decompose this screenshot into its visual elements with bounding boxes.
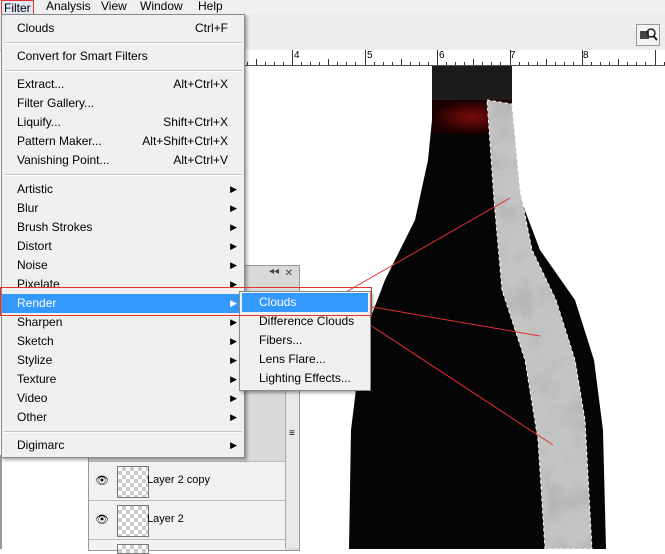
scroll-grip-icon: ≡ xyxy=(289,428,295,439)
layer-thumbnail xyxy=(117,466,149,498)
arrow-right-icon: ▶ xyxy=(230,336,237,346)
arrow-right-icon: ▶ xyxy=(230,203,237,213)
menu-item-noise[interactable]: Noise ▶ xyxy=(2,256,244,275)
arrow-right-icon: ▶ xyxy=(230,241,237,251)
layers-scrollbar[interactable]: ≡ xyxy=(285,388,299,548)
menu-separator xyxy=(4,42,242,44)
submenu-item-lighting-effects[interactable]: Lighting Effects... xyxy=(242,369,368,388)
arrow-right-icon: ▶ xyxy=(230,393,237,403)
arrow-right-icon: ▶ xyxy=(230,412,237,422)
layer-row[interactable]: 👁 Layer 2 copy xyxy=(89,461,285,500)
menu-item-artistic[interactable]: Artistic ▶ xyxy=(2,180,244,199)
layer-name: Layer 2 xyxy=(147,513,184,525)
layer-name: Layer 2 copy xyxy=(147,474,210,486)
menu-item-clouds[interactable]: Clouds Ctrl+F xyxy=(2,19,244,38)
menu-item-texture[interactable]: Texture ▶ xyxy=(2,370,244,389)
submenu-item-fibers[interactable]: Fibers... xyxy=(242,331,368,350)
filter-menu: Clouds Ctrl+F Convert for Smart Filters E… xyxy=(1,14,245,458)
menu-item-liquify[interactable]: Liquify... Shift+Ctrl+X xyxy=(2,113,244,132)
layer-row[interactable]: 👁 Layer 2 xyxy=(89,500,285,539)
menu-item-filter-gallery[interactable]: Filter Gallery... xyxy=(2,94,244,113)
menu-separator xyxy=(4,70,242,72)
menu-item-stylize[interactable]: Stylize ▶ xyxy=(2,351,244,370)
eye-icon[interactable]: 👁 xyxy=(95,513,109,526)
panel-collapse-icon[interactable]: ◂◂ xyxy=(269,266,279,277)
arrow-right-icon: ▶ xyxy=(230,184,237,194)
layer-thumbnail xyxy=(117,544,149,554)
arrow-right-icon: ▶ xyxy=(230,260,237,270)
arrow-right-icon: ▶ xyxy=(230,374,237,384)
annotation-highlight-box xyxy=(0,287,372,316)
layer-row[interactable] xyxy=(89,539,285,554)
submenu-item-lens-flare[interactable]: Lens Flare... xyxy=(242,350,368,369)
menu-item-video[interactable]: Video ▶ xyxy=(2,389,244,408)
panel-close-icon[interactable]: ✕ xyxy=(285,268,293,279)
arrow-right-icon: ▶ xyxy=(230,355,237,365)
panel-edge xyxy=(0,455,2,549)
menu-item-sketch[interactable]: Sketch ▶ xyxy=(2,332,244,351)
menu-item-blur[interactable]: Blur ▶ xyxy=(2,199,244,218)
layer-thumbnail xyxy=(117,505,149,537)
eye-icon[interactable]: 👁 xyxy=(95,474,109,487)
menu-item-pattern-maker[interactable]: Pattern Maker... Alt+Shift+Ctrl+X xyxy=(2,132,244,151)
menu-item-distort[interactable]: Distort ▶ xyxy=(2,237,244,256)
menu-item-brush-strokes[interactable]: Brush Strokes ▶ xyxy=(2,218,244,237)
menu-item-convert-smart-filters[interactable]: Convert for Smart Filters xyxy=(2,47,244,66)
bottle-cap xyxy=(432,66,512,102)
arrow-right-icon: ▶ xyxy=(230,440,237,450)
menu-separator xyxy=(4,174,242,176)
arrow-right-icon: ▶ xyxy=(230,222,237,232)
menu-item-digimarc[interactable]: Digimarc ▶ xyxy=(2,436,244,455)
menu-item-other[interactable]: Other ▶ xyxy=(2,408,244,427)
menu-item-vanishing-point[interactable]: Vanishing Point... Alt+Ctrl+V xyxy=(2,151,244,170)
menu-separator xyxy=(4,431,242,433)
menu-item-extract[interactable]: Extract... Alt+Ctrl+X xyxy=(2,75,244,94)
